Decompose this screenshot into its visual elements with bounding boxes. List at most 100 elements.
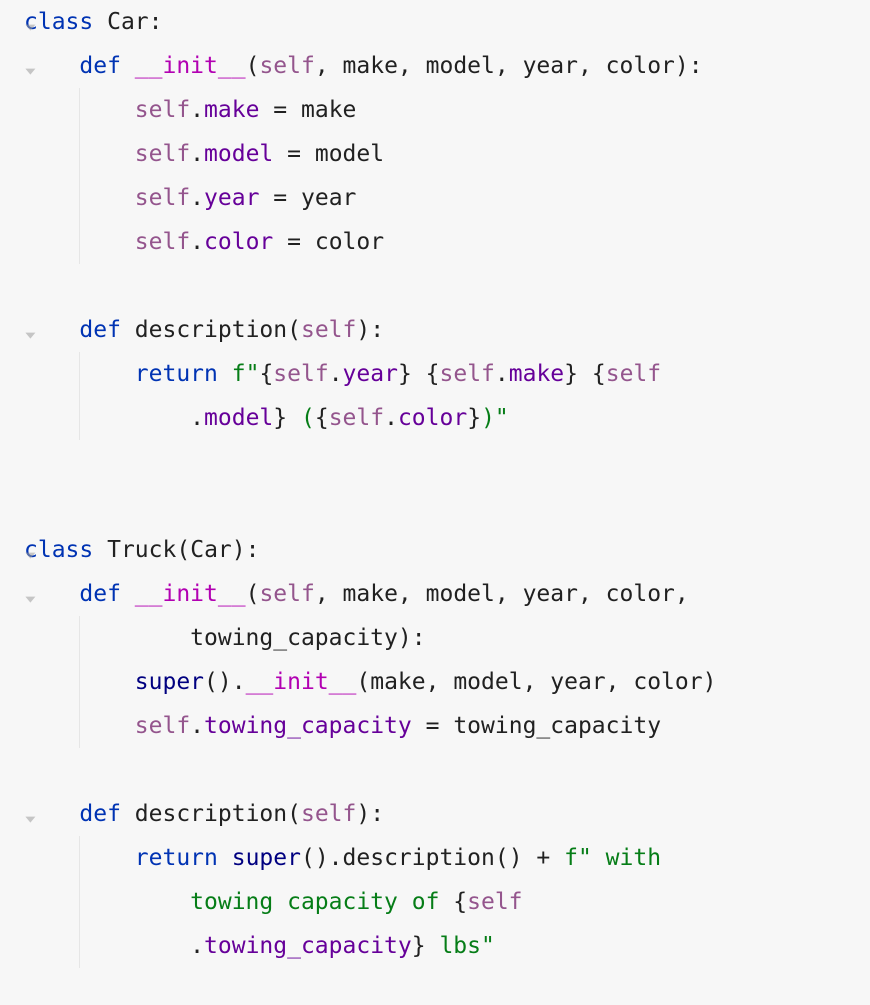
token-plain xyxy=(287,97,301,123)
token-punct: , xyxy=(578,581,606,607)
code-line[interactable]: def description(self): xyxy=(24,308,870,352)
token-plain xyxy=(218,845,232,871)
token-punct: ): xyxy=(232,537,260,563)
token-plain xyxy=(24,581,79,607)
token-kw: class xyxy=(24,9,93,35)
token-plain xyxy=(121,53,135,79)
token-punct: ): xyxy=(675,53,703,79)
token-plain xyxy=(121,317,135,343)
token-punct: } xyxy=(273,405,287,431)
token-self: self xyxy=(467,889,522,915)
token-self: self xyxy=(135,713,190,739)
code-line[interactable]: self.color = color xyxy=(24,220,870,264)
fold-icon[interactable] xyxy=(25,817,35,823)
token-plain: make xyxy=(301,97,356,123)
token-attr: color xyxy=(204,229,273,255)
token-magic: __init__ xyxy=(135,581,246,607)
token-punct: . xyxy=(190,713,204,739)
code-line[interactable]: return super().description() + f" with xyxy=(24,836,870,880)
token-punct: : xyxy=(149,9,163,35)
code-line[interactable]: towing_capacity): xyxy=(24,616,870,660)
fold-icon[interactable] xyxy=(25,333,35,339)
token-self: self xyxy=(301,317,356,343)
token-param: color xyxy=(606,581,675,607)
token-plain xyxy=(259,97,273,123)
code-line[interactable] xyxy=(24,748,870,792)
token-plain: year xyxy=(550,669,605,695)
token-param: model xyxy=(426,53,495,79)
code-line[interactable] xyxy=(24,484,870,528)
token-fn: Truck xyxy=(107,537,176,563)
code-line[interactable] xyxy=(24,264,870,308)
token-punct: . xyxy=(190,933,204,959)
token-plain xyxy=(273,141,287,167)
token-plain xyxy=(121,801,135,827)
token-plain: color xyxy=(315,229,384,255)
fold-icon[interactable] xyxy=(25,69,35,75)
token-punct: } xyxy=(412,933,426,959)
token-attr: year xyxy=(343,361,398,387)
token-punct: . xyxy=(190,97,204,123)
code-line[interactable]: .towing_capacity} lbs" xyxy=(24,924,870,968)
token-self: self xyxy=(135,141,190,167)
code-line[interactable]: super().__init__(make, model, year, colo… xyxy=(24,660,870,704)
code-line[interactable]: self.towing_capacity = towing_capacity xyxy=(24,704,870,748)
code-line[interactable]: self.year = year xyxy=(24,176,870,220)
token-attr: model xyxy=(204,141,273,167)
token-plain xyxy=(259,185,273,211)
fold-icon[interactable] xyxy=(25,553,35,559)
token-punct: ( xyxy=(287,801,301,827)
token-str xyxy=(412,361,426,387)
indent-guide xyxy=(79,880,80,924)
code-line[interactable]: return f"{self.year} {self.make} {self xyxy=(24,352,870,396)
token-punct: { xyxy=(426,361,440,387)
token-kw: return xyxy=(135,361,218,387)
code-line[interactable]: towing capacity of {self xyxy=(24,880,870,924)
token-plain: year xyxy=(301,185,356,211)
code-line[interactable] xyxy=(24,440,870,484)
code-line[interactable]: def __init__(self, make, model, year, co… xyxy=(24,44,870,88)
fold-icon[interactable] xyxy=(25,25,35,31)
token-self: self xyxy=(135,185,190,211)
fold-icon[interactable] xyxy=(25,597,35,603)
token-punct: , xyxy=(675,581,689,607)
code-editor[interactable]: class Car: def __init__(self, make, mode… xyxy=(0,0,870,968)
token-punct: } xyxy=(398,361,412,387)
indent-guide xyxy=(79,88,80,132)
token-punct: , xyxy=(495,581,523,607)
code-line[interactable]: .model} ({self.color})" xyxy=(24,396,870,440)
token-self: self xyxy=(273,361,328,387)
token-punct: ): xyxy=(356,801,384,827)
token-plain xyxy=(412,713,426,739)
token-param: model xyxy=(426,581,495,607)
code-line[interactable]: def description(self): xyxy=(24,792,870,836)
token-self: self xyxy=(259,581,314,607)
token-punct: ): xyxy=(398,625,426,651)
token-param: make xyxy=(343,581,398,607)
token-plain xyxy=(439,713,453,739)
token-plain: make xyxy=(370,669,425,695)
code-line[interactable]: def __init__(self, make, model, year, co… xyxy=(24,572,870,616)
token-plain xyxy=(301,141,315,167)
token-str: towing capacity of xyxy=(190,889,453,915)
token-plain xyxy=(24,801,79,827)
token-attr: model xyxy=(204,405,273,431)
token-self: self xyxy=(135,97,190,123)
token-plain xyxy=(24,889,190,915)
token-punct: ( xyxy=(356,669,370,695)
code-line[interactable]: class Truck(Car): xyxy=(24,528,870,572)
token-punct: . xyxy=(190,229,204,255)
code-line[interactable]: class Car: xyxy=(24,0,870,44)
token-op: = xyxy=(287,141,301,167)
token-attr: towing_capacity xyxy=(204,933,412,959)
token-punct: , xyxy=(606,669,634,695)
token-plain: color xyxy=(633,669,702,695)
token-punct: ): xyxy=(356,317,384,343)
code-line[interactable]: self.model = model xyxy=(24,132,870,176)
indent-guide xyxy=(79,396,80,440)
token-plain xyxy=(24,625,190,651)
token-plain xyxy=(301,229,315,255)
code-line[interactable]: self.make = make xyxy=(24,88,870,132)
token-fn: Car xyxy=(93,9,148,35)
token-plain xyxy=(24,53,79,79)
